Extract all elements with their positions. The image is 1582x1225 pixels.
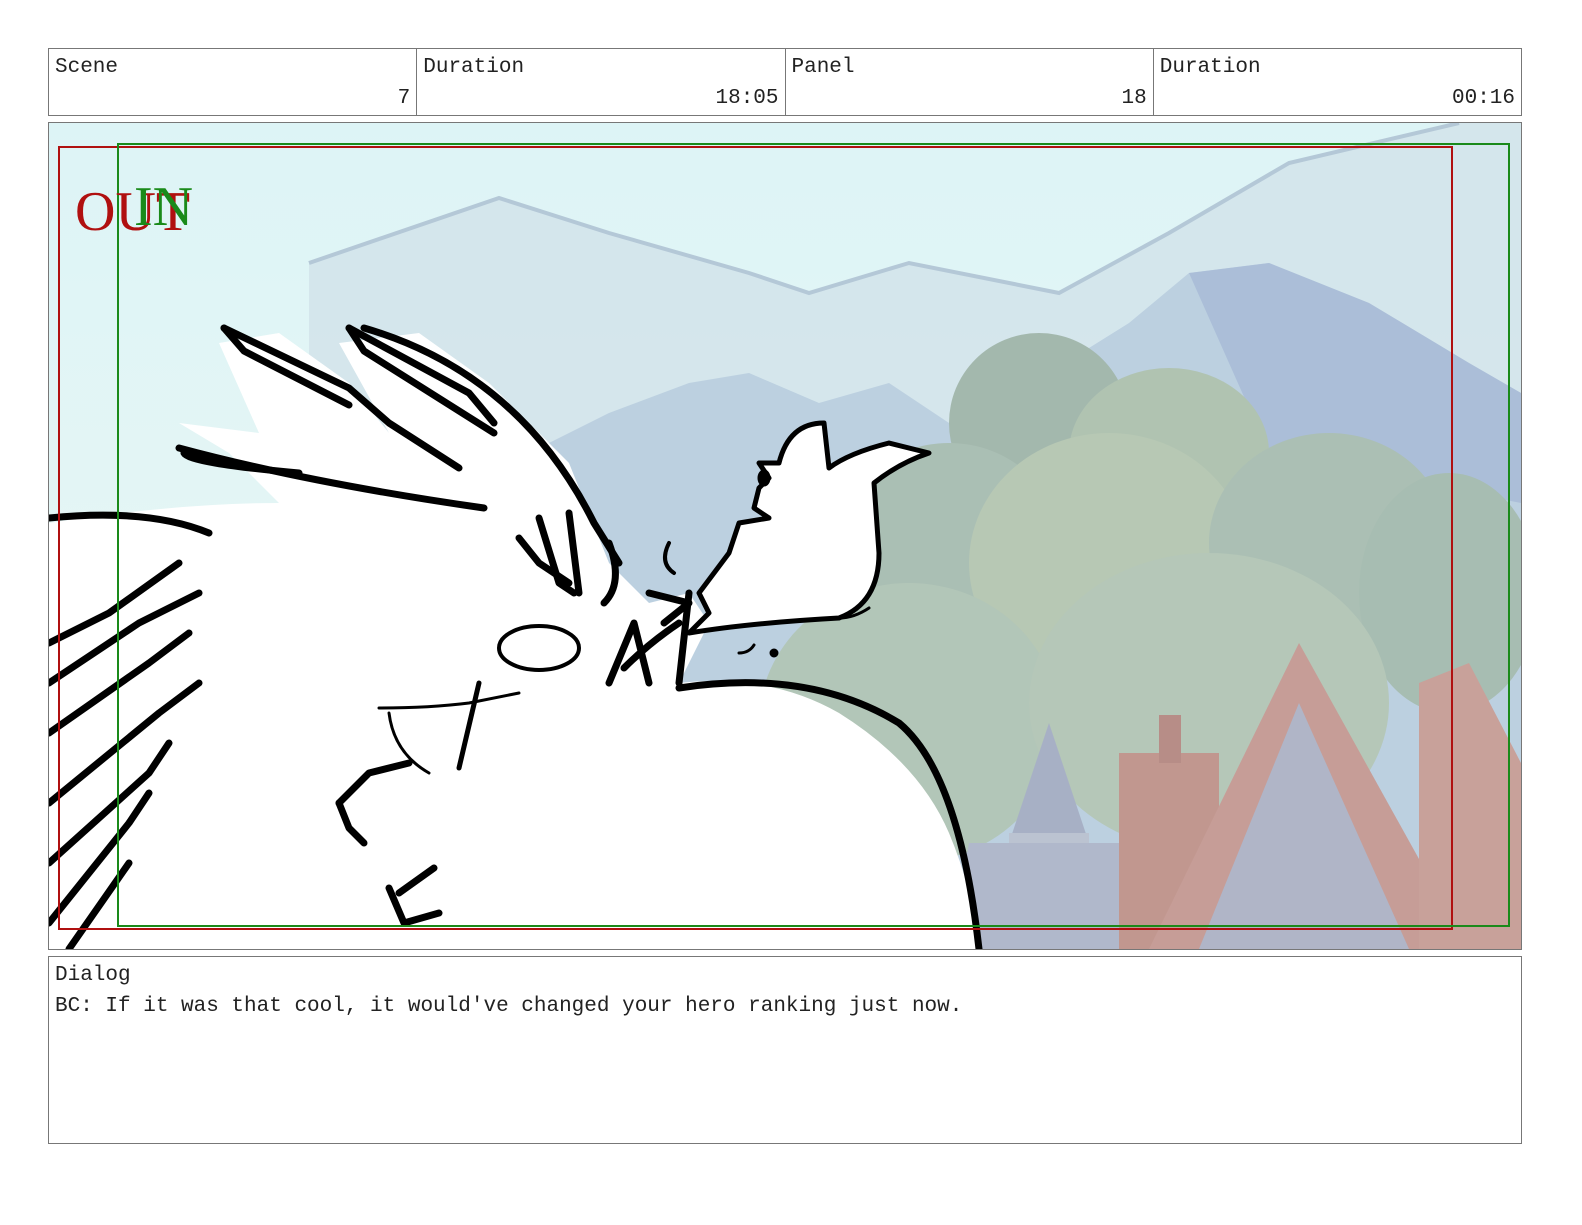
panel-duration-label: Duration — [1159, 56, 1261, 79]
panel-cell: Panel 18 — [786, 49, 1154, 115]
panel-header: Scene 7 Duration 18:05 Panel 18 Duration… — [48, 48, 1522, 116]
panel-number: 18 — [1121, 87, 1147, 110]
scene-number: 7 — [397, 87, 411, 110]
dialog-label: Dialog — [55, 964, 131, 987]
scene-duration-value: 18:05 — [715, 87, 779, 110]
scene-label: Scene — [55, 56, 119, 79]
scene-cell: Scene 7 — [49, 49, 418, 115]
dialog-box: Dialog BC: If it was that cool, it would… — [48, 956, 1522, 1144]
scene-duration-label: Duration — [423, 56, 525, 79]
storyboard-panel: OUT IN — [48, 122, 1522, 950]
panel-duration-value: 00:16 — [1451, 87, 1515, 110]
in-frame-label: IN — [134, 176, 193, 238]
panel-label: Panel — [791, 56, 855, 79]
panel-artwork: OUT IN — [49, 123, 1521, 949]
panel-duration-cell: Duration 00:16 — [1154, 49, 1521, 115]
scene-duration-cell: Duration 18:05 — [417, 49, 786, 115]
dialog-text: BC: If it was that cool, it would've cha… — [55, 995, 963, 1018]
